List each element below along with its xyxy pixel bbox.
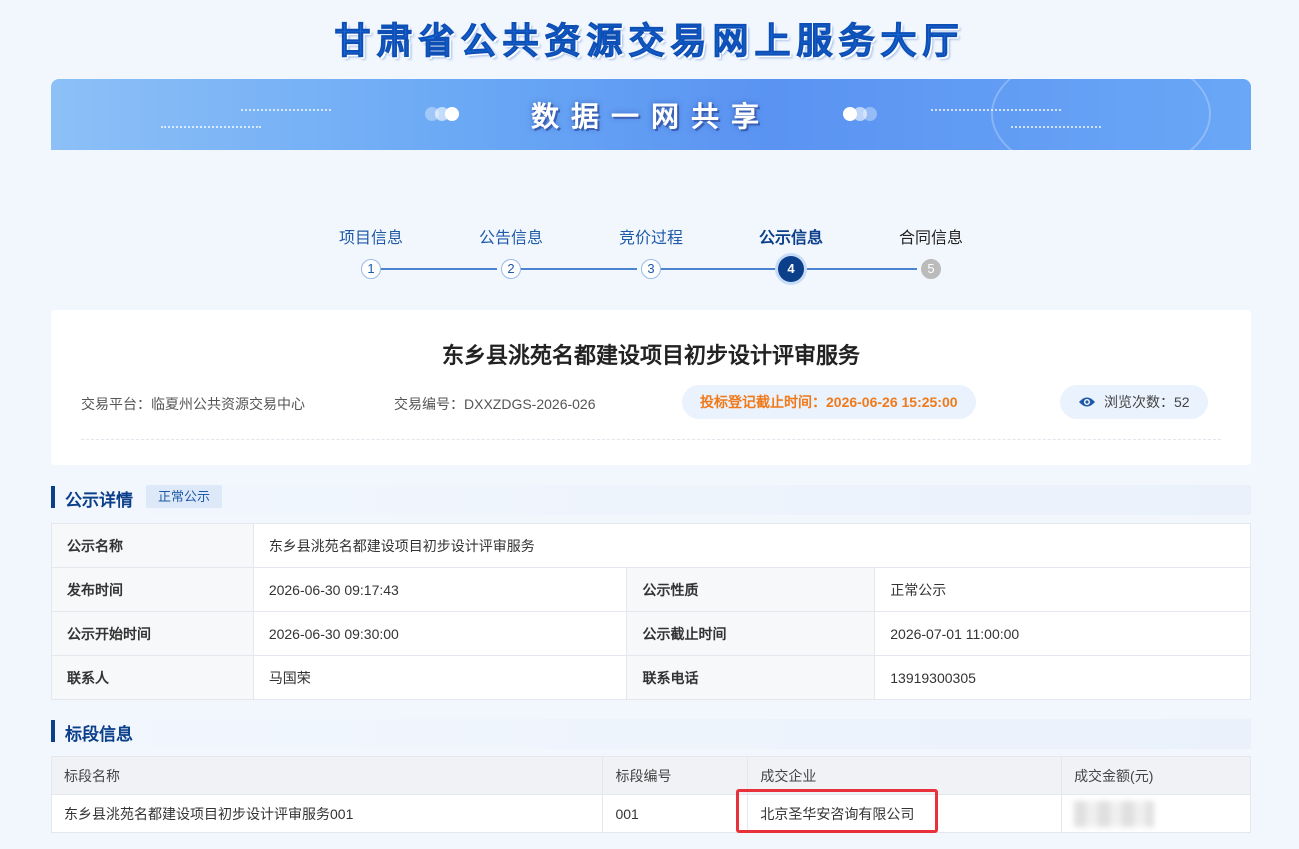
- notice-name-label: 公示名称: [51, 523, 254, 568]
- divider: [81, 439, 1221, 440]
- step-number-4[interactable]: 4: [778, 256, 804, 282]
- blurred-amount: [1074, 800, 1155, 827]
- notice-status-badge: 正常公示: [146, 485, 223, 508]
- project-header-card: 东乡县洮苑名都建设项目初步设计评审服务 交易平台：临夏州公共资源交易中心 交易编…: [51, 310, 1251, 465]
- start-time-value: 2026-06-30 09:30:00: [252, 611, 628, 656]
- publish-time-value: 2026-06-30 09:17:43: [252, 567, 628, 612]
- phone-label: 联系电话: [626, 655, 876, 700]
- contact-value: 马国荣: [252, 655, 628, 700]
- eye-icon: [1079, 397, 1095, 407]
- table-row: 联系人 马国荣 联系电话 13919300305: [51, 655, 1251, 700]
- notice-section-title: 公示详情: [65, 491, 133, 510]
- column-header-lot-name: 标段名称: [50, 756, 604, 795]
- table-row: 东乡县洮苑名都建设项目初步设计评审服务001 001 北京圣华安咨询有限公司: [50, 794, 1251, 833]
- step-connector: [661, 268, 777, 270]
- section-accent-bar: [51, 720, 55, 742]
- highlight-annotation-box: [736, 789, 938, 833]
- table-row: 公示开始时间 2026-06-30 09:30:00 公示截止时间 2026-0…: [51, 611, 1251, 656]
- end-time-label: 公示截止时间: [626, 611, 876, 656]
- step-number-2[interactable]: 2: [501, 259, 521, 279]
- step-connector: [805, 268, 917, 270]
- step-label-announcement[interactable]: 公告信息: [451, 224, 571, 248]
- publish-time-label: 发布时间: [51, 567, 254, 612]
- lot-code-cell: 001: [602, 794, 749, 833]
- step-number-1[interactable]: 1: [361, 259, 381, 279]
- banner-slogan: 数据一网共享: [530, 100, 771, 133]
- trading-platform: 交易平台：临夏州公共资源交易中心: [81, 396, 305, 412]
- table-row: 发布时间 2026-06-30 09:17:43 公示性质 正常公示: [51, 567, 1251, 612]
- step-label-contract[interactable]: 合同信息: [871, 224, 991, 248]
- step-label-project[interactable]: 项目信息: [311, 224, 431, 248]
- phone-value: 13919300305: [874, 655, 1251, 700]
- step-number-3[interactable]: 3: [641, 259, 661, 279]
- column-header-amount: 成交金额(元): [1061, 756, 1251, 795]
- column-header-lot-code: 标段编号: [602, 756, 749, 795]
- banner: 数据一网共享: [51, 79, 1251, 150]
- contact-label: 联系人: [51, 655, 254, 700]
- step-number-5[interactable]: 5: [921, 259, 941, 279]
- table-row: 公示名称 东乡县洮苑名都建设项目初步设计评审服务: [51, 523, 1252, 568]
- trading-code: 交易编号：DXXZDGS-2026-026: [394, 396, 596, 412]
- lots-section-header: 标段信息: [51, 719, 1251, 749]
- lots-table: 标段名称 标段编号 成交企业 成交金额(元) 东乡县洮苑名都建设项目初步设计评审…: [50, 756, 1251, 833]
- step-connector: [521, 268, 637, 270]
- view-count-label: 浏览次数：: [1104, 394, 1174, 410]
- view-count-badge: 浏览次数：52: [1060, 385, 1208, 419]
- step-connector: [381, 268, 497, 270]
- lots-section-title: 标段信息: [65, 725, 133, 744]
- table-header-row: 标段名称 标段编号 成交企业 成交金额(元): [50, 756, 1251, 795]
- start-time-label: 公示开始时间: [51, 611, 254, 656]
- amount-cell: [1061, 794, 1251, 833]
- progress-steps: 项目信息 公告信息 竞价过程 公示信息 合同信息 1 2 3 4 5: [0, 224, 1299, 284]
- step-label-publicity[interactable]: 公示信息: [731, 224, 851, 248]
- notice-section-header: 公示详情 正常公示: [51, 485, 1251, 515]
- notice-detail-table: 公示名称 东乡县洮苑名都建设项目初步设计评审服务 发布时间 2026-06-30…: [51, 523, 1252, 700]
- notice-nature-value: 正常公示: [874, 567, 1251, 612]
- project-title: 东乡县洮苑名都建设项目初步设计评审服务: [441, 343, 860, 368]
- section-accent-bar: [51, 486, 55, 508]
- view-count-value: 52: [1174, 394, 1190, 410]
- lot-name-cell: 东乡县洮苑名都建设项目初步设计评审服务001: [50, 794, 604, 833]
- notice-nature-label: 公示性质: [626, 567, 876, 612]
- end-time-value: 2026-07-01 11:00:00: [874, 611, 1251, 656]
- registration-deadline-badge: 投标登记截止时间：2026-06-26 15:25:00: [682, 385, 976, 419]
- notice-name-value: 东乡县洮苑名都建设项目初步设计评审服务: [252, 523, 1252, 568]
- site-title: 甘肃省公共资源交易网上服务大厅: [334, 21, 965, 63]
- step-label-bidding[interactable]: 竞价过程: [591, 224, 711, 248]
